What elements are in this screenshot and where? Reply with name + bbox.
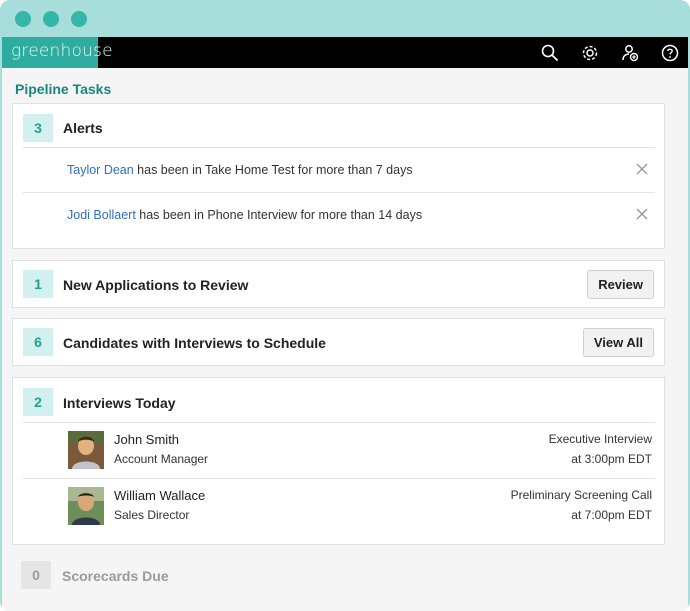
alert-text: Jodi Bollaert has been in Phone Intervie… bbox=[67, 208, 422, 222]
app-window: greenhouse Pipeline Tasks 3 Alerts Taylo… bbox=[0, 0, 690, 611]
alert-item: Taylor Dean has been in Take Home Test f… bbox=[23, 147, 655, 193]
avatar[interactable] bbox=[68, 487, 104, 525]
schedule-count-badge: 6 bbox=[23, 328, 53, 356]
interview-type: Preliminary Screening Call bbox=[510, 488, 652, 502]
interview-time: at 3:00pm EDT bbox=[571, 452, 652, 466]
window-close-dot[interactable] bbox=[15, 11, 31, 27]
interviews-today-count-badge: 2 bbox=[23, 388, 53, 416]
window-controls bbox=[15, 11, 87, 27]
main-content: Pipeline Tasks 3 Alerts Taylor Dean has … bbox=[2, 68, 688, 611]
alert-text: Taylor Dean has been in Take Home Test f… bbox=[67, 163, 413, 177]
alerts-count-badge: 3 bbox=[23, 114, 53, 142]
avatar[interactable] bbox=[68, 431, 104, 469]
alerts-card: 3 Alerts Taylor Dean has been in Take Ho… bbox=[12, 103, 665, 249]
schedule-title: Candidates with Interviews to Schedule bbox=[63, 335, 326, 351]
interview-row: William Wallace Sales Director Prelimina… bbox=[23, 478, 655, 535]
new-applications-title: New Applications to Review bbox=[63, 277, 249, 293]
window-maximize-dot[interactable] bbox=[71, 11, 87, 27]
review-button[interactable]: Review bbox=[587, 270, 654, 299]
interviews-today-card: 2 Interviews Today John Smith Account Ma… bbox=[12, 377, 665, 545]
alert-item: Jodi Bollaert has been in Phone Intervie… bbox=[23, 192, 655, 238]
new-applications-card: 1 New Applications to Review Review bbox=[12, 260, 665, 308]
view-all-button[interactable]: View All bbox=[582, 328, 654, 357]
candidate-role: Account Manager bbox=[114, 452, 209, 466]
candidate-name[interactable]: William Wallace bbox=[114, 488, 205, 503]
gear-icon[interactable] bbox=[578, 41, 602, 65]
scorecards-title: Scorecards Due bbox=[62, 568, 169, 584]
nav-icons bbox=[538, 41, 682, 65]
close-icon[interactable] bbox=[635, 207, 649, 221]
candidate-role: Sales Director bbox=[114, 508, 190, 522]
window-minimize-dot[interactable] bbox=[43, 11, 59, 27]
new-applications-count-badge: 1 bbox=[23, 270, 53, 298]
interview-row: John Smith Account Manager Executive Int… bbox=[23, 422, 655, 479]
candidate-link[interactable]: Taylor Dean bbox=[67, 163, 134, 177]
help-icon[interactable] bbox=[658, 41, 682, 65]
user-add-icon[interactable] bbox=[618, 41, 642, 65]
candidate-name[interactable]: John Smith bbox=[114, 432, 179, 447]
candidate-link[interactable]: Jodi Bollaert bbox=[67, 208, 136, 222]
alert-message: has been in Take Home Test for more than… bbox=[133, 163, 413, 177]
greenhouse-logo[interactable]: greenhouse bbox=[2, 37, 113, 68]
alerts-title: Alerts bbox=[63, 120, 103, 136]
interview-time: at 7:00pm EDT bbox=[571, 508, 652, 522]
interview-type: Executive Interview bbox=[548, 432, 652, 446]
interviews-to-schedule-card: 6 Candidates with Interviews to Schedule… bbox=[12, 318, 665, 366]
close-icon[interactable] bbox=[635, 162, 649, 176]
page-title: Pipeline Tasks bbox=[15, 81, 112, 97]
top-navbar: greenhouse bbox=[2, 37, 688, 68]
interviews-today-title: Interviews Today bbox=[63, 395, 176, 411]
scorecards-count-badge: 0 bbox=[21, 561, 51, 589]
alert-message: has been in Phone Interview for more tha… bbox=[135, 208, 423, 222]
search-icon[interactable] bbox=[538, 41, 562, 65]
